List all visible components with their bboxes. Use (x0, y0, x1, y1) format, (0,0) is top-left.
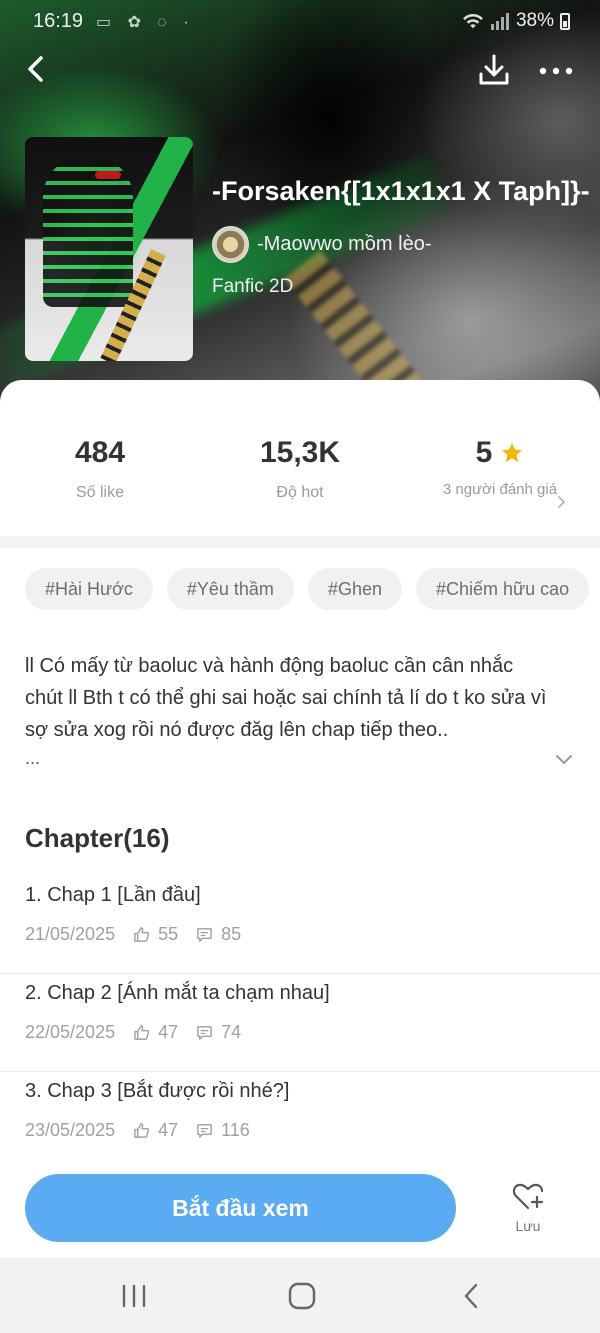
stat-rating[interactable]: 5 3 người đánh giá (400, 436, 600, 500)
chapter-count-heading: Chapter(16) (25, 823, 170, 853)
chapter-meta: 22/05/2025 47 74 (25, 1022, 241, 1043)
wifi-icon (462, 12, 484, 30)
thumb-up-icon (133, 1024, 150, 1041)
tag-chip[interactable]: #Chiếm hữu cao (415, 568, 590, 610)
home-button[interactable] (286, 1280, 318, 1312)
story-cover-image (25, 137, 193, 361)
story-description: ll Có mấy từ baoluc và hành động baoluc … (25, 655, 547, 741)
chapter-meta: 23/05/2025 47 116 (25, 1120, 250, 1141)
battery-icon (560, 12, 570, 30)
stat-likes: 484 Số like (0, 436, 200, 502)
likes-label: Số like (75, 484, 125, 501)
status-notification-icons: ▭ ✿ ◌ · (96, 14, 195, 31)
chapter-date: 22/05/2025 (25, 1022, 116, 1042)
system-back-button[interactable] (456, 1280, 488, 1312)
thumb-up-icon (133, 1122, 150, 1139)
chapter-likes: 47 (158, 1120, 179, 1140)
chapter-likes: 47 (158, 1022, 179, 1042)
status-bar: 16:19 ▭ ✿ ◌ · 38% (0, 0, 600, 42)
bottom-action-bar: Bắt đầu xem Lưu (0, 1158, 600, 1258)
author-avatar (212, 226, 249, 263)
likes-count: 484 (74, 436, 126, 469)
chapter-title: 2. Chap 2 [Ánh mắt ta chạm nhau] (25, 982, 330, 1004)
story-title: -Forsaken{[1x1x1x1 X Taph]}- (212, 176, 590, 206)
author-link[interactable]: -Maowwo mồm lèo- (212, 226, 431, 263)
chapter-row[interactable]: 2. Chap 2 [Ánh mắt ta chạm nhau] 22/05/2… (0, 974, 600, 1072)
comment-icon (196, 1024, 213, 1041)
chevron-right-icon[interactable] (555, 494, 567, 510)
more-options-button[interactable] (536, 56, 576, 86)
chapter-date: 21/05/2025 (25, 924, 116, 944)
description-ellipsis: ... (25, 748, 41, 768)
back-icon (28, 56, 43, 82)
comment-icon (196, 926, 213, 943)
recent-apps-icon (122, 1284, 146, 1308)
chapter-row[interactable]: 1. Chap 1 [Lần đầu] 21/05/2025 55 85 (0, 876, 600, 974)
hot-label: Độ hot (276, 484, 324, 501)
stats-panel: 484 Số like 15,3K Độ hot 5 3 người đánh … (0, 380, 600, 536)
battery-percent: 38% (515, 10, 554, 31)
start-reading-button[interactable]: Bắt đầu xem (25, 1174, 456, 1242)
chapter-likes: 55 (158, 924, 179, 944)
chapter-list: 1. Chap 1 [Lần đầu] 21/05/2025 55 85 2. … (0, 876, 600, 1170)
hero-banner: 16:19 ▭ ✿ ◌ · 38% -Forsaken{[1x1x1x1 X T… (0, 0, 600, 420)
more-icon (539, 67, 573, 75)
chapter-title: 3. Chap 3 [Bắt được rồi nhé?] (25, 1080, 290, 1102)
chapter-title: 1. Chap 1 [Lần đầu] (25, 884, 201, 906)
save-label: Lưu (515, 1218, 541, 1234)
chapter-comments: 85 (221, 924, 242, 944)
rating-value: 5 (475, 436, 493, 469)
save-to-library-button[interactable]: Lưu (500, 1178, 556, 1242)
expand-description-button[interactable] (554, 752, 574, 766)
story-details: 484 Số like 15,3K Độ hot 5 3 người đánh … (0, 380, 600, 1260)
thumb-up-icon (133, 926, 150, 943)
chapter-date: 23/05/2025 (25, 1120, 116, 1140)
recent-apps-button[interactable] (118, 1280, 150, 1312)
hot-count: 15,3K (259, 436, 341, 469)
chapter-meta: 21/05/2025 55 85 (25, 924, 241, 945)
status-indicators: 38% (462, 10, 570, 32)
chapter-comments: 116 (221, 1120, 250, 1140)
tag-list: #Hài Hước #Yêu thầm #Ghen #Chiếm hữu cao (25, 568, 600, 610)
comment-icon (196, 1122, 213, 1139)
back-button[interactable] (20, 52, 54, 86)
chevron-down-icon (556, 755, 572, 764)
rating-label: 3 người đánh giá (442, 481, 558, 498)
heart-plus-icon (510, 1178, 546, 1214)
chapter-row[interactable]: 3. Chap 3 [Bắt được rồi nhé?] 23/05/2025… (0, 1072, 600, 1170)
tag-chip[interactable]: #Yêu thầm (166, 568, 294, 610)
tag-chip[interactable]: #Ghen (307, 568, 402, 610)
system-navigation-bar (0, 1258, 600, 1333)
signal-icon (490, 12, 510, 30)
nav-back-icon (464, 1283, 478, 1309)
download-icon (479, 54, 509, 85)
section-divider (0, 536, 600, 548)
home-icon (288, 1282, 316, 1310)
download-button[interactable] (476, 52, 512, 88)
story-genre: Fanfic 2D (212, 276, 294, 297)
author-name: -Maowwo mồm lèo- (257, 233, 432, 255)
tag-chip[interactable]: #Hài Hước (25, 568, 153, 610)
status-time: 16:19 (33, 10, 84, 32)
chapter-comments: 74 (221, 1022, 242, 1042)
star-icon (500, 441, 524, 465)
stat-hot: 15,3K Độ hot (200, 436, 400, 502)
